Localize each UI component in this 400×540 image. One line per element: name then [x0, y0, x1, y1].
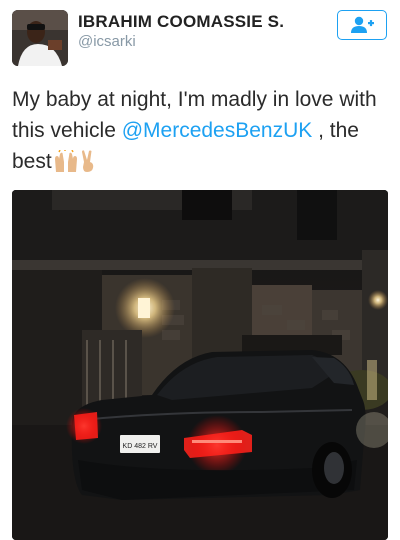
mention-link[interactable]: @MercedesBenzUK: [122, 119, 313, 142]
license-plate-text: KD 482 RV: [123, 443, 158, 450]
tweet-header: IBRAHIM COOMASSIE S. @icsarki: [0, 0, 400, 80]
raising-hands-icon: [53, 149, 79, 181]
tweet-photo[interactable]: KD 482 RV: [12, 190, 388, 540]
avatar[interactable]: [12, 10, 68, 66]
tweet-text: My baby at night, I'm madly in love with…: [12, 84, 390, 181]
user-handle[interactable]: @icsarki: [78, 33, 136, 50]
follow-button[interactable]: [337, 10, 387, 40]
add-user-icon: [351, 16, 374, 33]
victory-hand-icon: [80, 150, 96, 181]
display-name[interactable]: IBRAHIM COOMASSIE S.: [78, 12, 284, 32]
